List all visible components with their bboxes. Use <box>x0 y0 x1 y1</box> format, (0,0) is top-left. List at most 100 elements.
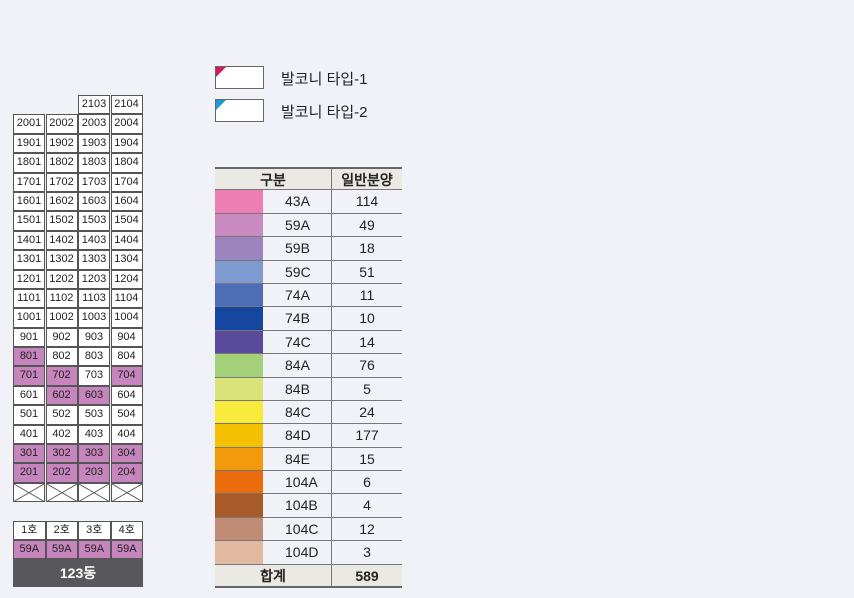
unit-type-name: 84E <box>285 450 310 467</box>
unit-cell: 903 <box>78 327 110 348</box>
unit-count: 18 <box>359 240 375 257</box>
unit-cell: 304 <box>110 444 143 464</box>
unit-cell: 1201 <box>13 269 45 289</box>
unit-type-name: 84B <box>285 380 310 397</box>
unit-cell: 1903 <box>78 133 110 154</box>
unit-cell: 404 <box>110 424 143 445</box>
unit-number-label: 2호 <box>45 521 78 540</box>
unit-cell: 802 <box>45 347 78 367</box>
total-label: 합계 <box>260 567 286 584</box>
color-swatch <box>215 237 263 260</box>
unit-type-name: 84D <box>285 427 311 444</box>
unit-cell: 502 <box>45 405 78 425</box>
color-swatch <box>215 307 263 330</box>
corner-flag-icon <box>216 67 226 77</box>
unit-type-name: 74C <box>285 333 311 350</box>
table-row: 84A 76 <box>215 354 402 378</box>
type-cell: 59B <box>215 237 332 260</box>
unit-cell: 1403 <box>78 230 110 251</box>
table-body: 43A 114 59A 49 59B 18 59C 51 74A 11 74B 10 74C 14 84A 7… <box>215 190 402 565</box>
unit-cell: 1503 <box>78 211 110 231</box>
type-cell: 84C <box>215 400 332 424</box>
unit-type-label: 59A <box>13 540 46 559</box>
table-header: 구분 일반분양 <box>215 167 402 191</box>
unit-cell: 803 <box>78 347 110 367</box>
table-row: 74C 14 <box>215 330 402 355</box>
unit-cell: 1103 <box>78 288 110 309</box>
type-cell: 74A <box>215 283 332 307</box>
unit-number-label: 3호 <box>78 521 111 540</box>
unit-cell: 704 <box>110 366 143 386</box>
unit-cell: 1101 <box>13 288 45 309</box>
total-cell: 합계 <box>215 564 332 587</box>
unit-cell: 202 <box>45 463 78 483</box>
unit-cell: 402 <box>45 424 78 445</box>
unit-type-table: 구분 일반분양 43A 114 59A 49 59B 18 59C 51 74A 11 74B 10 7… <box>215 167 402 589</box>
unit-type-name: 104C <box>285 520 319 537</box>
unit-count: 5 <box>363 380 371 397</box>
table-row: 43A 114 <box>215 190 402 214</box>
table-row: 104C 12 <box>215 517 402 542</box>
unit-type-name: 104B <box>285 497 318 514</box>
unit-type-name: 84A <box>285 357 310 374</box>
table-row: 84E 15 <box>215 447 402 472</box>
type-cell: 74C <box>215 330 332 354</box>
unit-cell: 1003 <box>78 308 110 328</box>
unit-cell: 403 <box>78 424 110 445</box>
unit-count: 6 <box>363 474 371 491</box>
table-row: 59A 49 <box>215 213 402 238</box>
unit-cell: 1604 <box>110 191 143 212</box>
unit-count: 12 <box>359 520 375 537</box>
type-cell: 84B <box>215 377 332 400</box>
header-cell-type: 구분 <box>215 169 332 190</box>
unit-cell: 1104 <box>110 288 143 309</box>
color-swatch <box>215 330 263 354</box>
unit-cell: 1702 <box>45 172 78 192</box>
unit-cell: 1302 <box>45 250 78 270</box>
table-row: 84C 24 <box>215 400 402 425</box>
color-swatch <box>215 260 263 283</box>
type-cell: 104D <box>215 541 332 564</box>
table-row: 59C 51 <box>215 260 402 284</box>
table-row: 74B 10 <box>215 307 402 331</box>
unit-count: 15 <box>359 450 375 467</box>
color-swatch <box>215 424 263 447</box>
unit-count: 114 <box>355 193 379 210</box>
unit-cell: 801 <box>13 347 45 367</box>
type-cell: 84E <box>215 447 332 471</box>
unit-cell: 2003 <box>78 114 110 134</box>
unit-cell: 1601 <box>13 191 45 212</box>
color-swatch <box>215 354 263 377</box>
unit-count: 4 <box>363 497 371 514</box>
unit-cell: 2103 <box>78 95 110 115</box>
color-swatch <box>215 517 263 541</box>
unit-cell: 702 <box>45 366 78 386</box>
color-swatch <box>215 471 263 494</box>
color-swatch <box>215 400 263 424</box>
unit-type-label: 59A <box>45 540 78 559</box>
empty-unit-cell <box>78 482 110 503</box>
table-row: 59B 18 <box>215 237 402 261</box>
unit-number-row: 1호 2호 3호 4호 <box>13 521 143 540</box>
unit-cell: 901 <box>13 327 45 348</box>
unit-type-name: 84C <box>285 403 311 420</box>
building-footer: 1호 2호 3호 4호 59A 59A 59A 59A 123동 <box>13 521 143 587</box>
unit-type-name: 74A <box>285 286 310 303</box>
unit-cell: 1902 <box>45 133 78 154</box>
unit-cell: 503 <box>78 405 110 425</box>
unit-cell: 1602 <box>45 191 78 212</box>
unit-type-name: 59C <box>285 263 311 280</box>
unit-cell: 1102 <box>45 288 78 309</box>
legend-label: 발코니 타입-2 <box>281 104 368 121</box>
legend-swatch <box>215 66 264 89</box>
total-value: 589 <box>355 567 379 584</box>
unit-cell: 1501 <box>13 211 45 231</box>
header-label: 일반분양 <box>341 172 393 188</box>
unit-type-name: 59B <box>285 240 310 257</box>
unit-type-name: 59A <box>285 216 310 233</box>
corner-flag-icon <box>216 100 226 110</box>
type-cell: 104C <box>215 517 332 541</box>
unit-type-label: 59A <box>78 540 111 559</box>
unit-cell: 203 <box>78 463 110 483</box>
empty-unit-cell <box>110 482 143 503</box>
